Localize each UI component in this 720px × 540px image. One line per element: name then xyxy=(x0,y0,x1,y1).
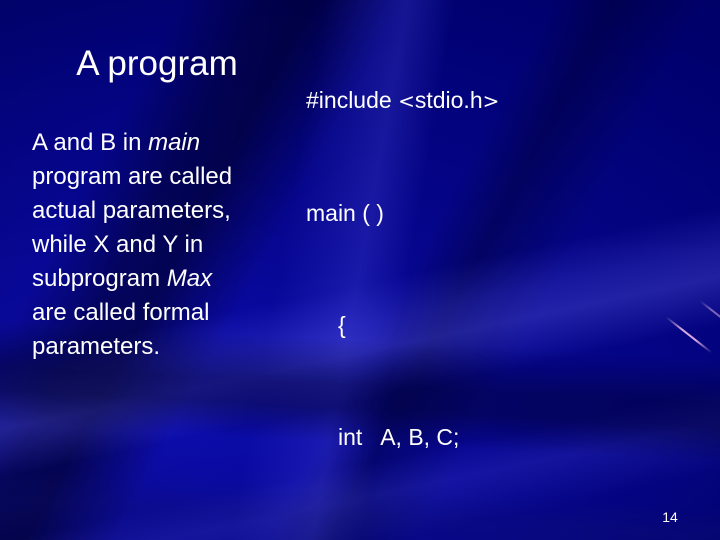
body-line-4: while X and Y in xyxy=(32,231,204,258)
body-paragraph: A and B in main program are called actual … xyxy=(32,126,300,364)
body-line-3: actual parameters, xyxy=(32,197,231,224)
page-title: A program xyxy=(76,44,238,83)
slide-number: 14 xyxy=(662,509,678,525)
code-line-main: main ( ) xyxy=(306,200,384,226)
body-line-5-italic: Max xyxy=(166,265,213,292)
left-text-panel: A program A and B in main program are cal… xyxy=(14,0,300,540)
angle-bracket-close-icon: > xyxy=(482,89,500,113)
body-line-2: program are called xyxy=(32,163,233,190)
body-line-7: parameters. xyxy=(32,333,161,360)
code-line-include: #include <stdio.h> xyxy=(306,86,720,115)
code-include-header: stdio.h xyxy=(414,87,483,113)
slide-content: A program A and B in main program are cal… xyxy=(0,0,720,540)
body-line-5-part-a: subprogram xyxy=(32,265,167,292)
code-line-open-brace-main: { xyxy=(338,312,346,338)
code-listing: #include <stdio.h> main ( ) { int A, B, … xyxy=(306,2,720,540)
body-line-1-part-a: A and B in xyxy=(32,129,149,156)
body-line-6: are called formal xyxy=(32,299,210,326)
code-include-keyword: #include xyxy=(306,87,399,113)
body-line-1-italic: main xyxy=(148,129,201,156)
code-line-declare-abc: int A, B, C; xyxy=(338,424,460,450)
code-line-declare-max-proto: int Max(int, int); xyxy=(306,535,720,540)
presentation-slide: A program A and B in main program are cal… xyxy=(0,0,720,540)
angle-bracket-open-icon: < xyxy=(398,89,415,113)
